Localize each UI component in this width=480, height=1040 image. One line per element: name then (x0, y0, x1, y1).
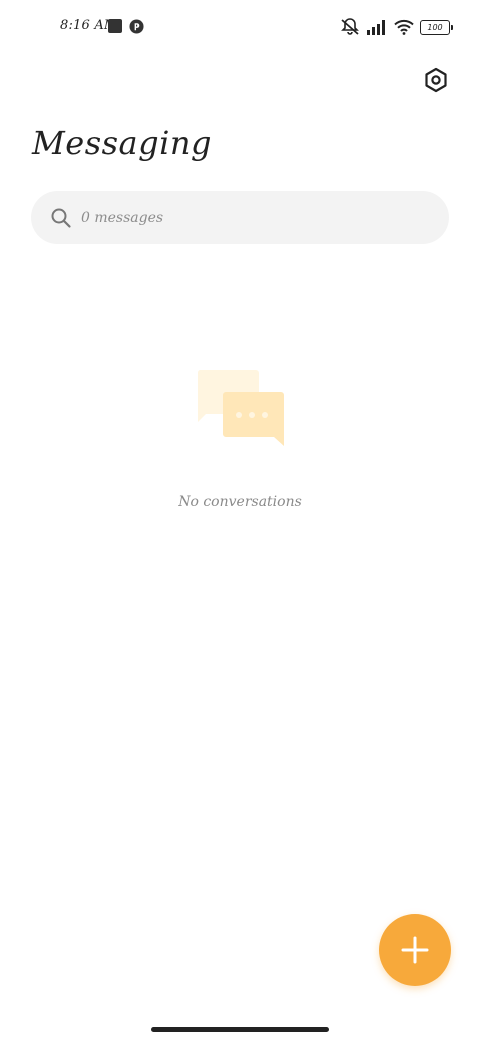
page-title: Messaging (32, 124, 212, 162)
plus-icon (401, 936, 429, 964)
signal-icon (367, 20, 385, 35)
new-conversation-button[interactable] (379, 914, 451, 986)
status-bar: 8:16 AM 100 (0, 0, 480, 56)
chat-bubbles-icon (197, 370, 284, 446)
notification-square-icon (108, 19, 122, 33)
messaging-screen: 8:16 AM 100 Messaging 0 messages No conv… (0, 0, 480, 1040)
home-indicator[interactable] (151, 1027, 329, 1032)
search-icon (51, 208, 71, 228)
settings-hexagon-icon (425, 67, 447, 93)
battery-level: 100 (427, 22, 443, 32)
app-notification-icon (129, 19, 144, 34)
empty-state-message: No conversations (178, 494, 302, 510)
silent-mode-icon (341, 18, 359, 35)
battery-icon: 100 (420, 19, 453, 35)
search-input[interactable] (81, 191, 421, 244)
wifi-icon (394, 19, 414, 35)
search-bar[interactable] (31, 191, 449, 244)
settings-button[interactable] (420, 64, 452, 96)
status-right-icons: 100 (340, 16, 453, 38)
